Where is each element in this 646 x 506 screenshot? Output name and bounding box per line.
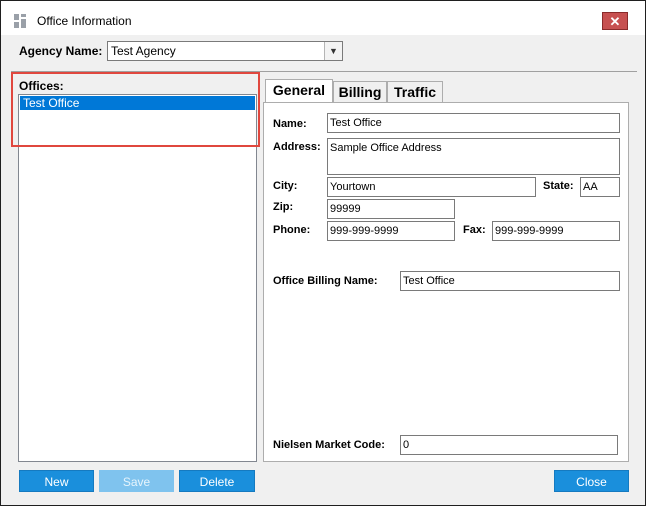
nielsen-market-code-field[interactable]: 0 — [400, 435, 618, 455]
fax-field[interactable]: 999-999-9999 — [492, 221, 620, 241]
save-button[interactable]: Save — [99, 470, 174, 492]
title-bar[interactable]: Office Information ✕ — [1, 1, 645, 35]
agency-name-value: Test Agency — [111, 44, 176, 58]
state-label: State: — [543, 180, 574, 192]
address-field[interactable]: Sample Office Address — [327, 138, 620, 175]
agency-name-label: Agency Name: — [19, 44, 103, 58]
new-button[interactable]: New — [19, 470, 94, 492]
tab-general[interactable]: General — [265, 79, 333, 102]
zip-label: Zip: — [273, 201, 294, 213]
name-label: Name: — [273, 118, 307, 130]
agency-name-dropdown[interactable]: Test Agency ▼ — [107, 41, 343, 61]
tab-traffic[interactable]: Traffic — [387, 81, 443, 103]
app-logo-icon — [14, 14, 26, 28]
delete-button[interactable]: Delete — [179, 470, 255, 492]
tab-billing[interactable]: Billing — [333, 81, 387, 103]
zip-field[interactable]: 99999 — [327, 199, 455, 219]
phone-field[interactable]: 999-999-9999 — [327, 221, 455, 241]
offices-list[interactable]: Test Office — [18, 94, 257, 462]
state-field[interactable]: AA — [580, 177, 620, 197]
address-label: Address: — [273, 141, 321, 153]
chevron-down-icon[interactable]: ▼ — [324, 42, 342, 60]
offices-highlight-box — [11, 72, 260, 147]
city-label: City: — [273, 180, 298, 192]
close-button[interactable]: Close — [554, 470, 629, 492]
window-close-icon[interactable]: ✕ — [602, 12, 628, 30]
phone-label: Phone: — [273, 224, 311, 236]
fax-label: Fax: — [463, 224, 486, 236]
window-title: Office Information — [37, 14, 132, 28]
office-billing-name-field[interactable]: Test Office — [400, 271, 620, 291]
nielsen-market-code-label: Nielsen Market Code: — [273, 439, 385, 451]
office-billing-name-label: Office Billing Name: — [273, 275, 378, 287]
name-field[interactable]: Test Office — [327, 113, 620, 133]
city-field[interactable]: Yourtown — [327, 177, 536, 197]
office-information-window: Office Information ✕ Agency Name: Test A… — [0, 0, 646, 506]
